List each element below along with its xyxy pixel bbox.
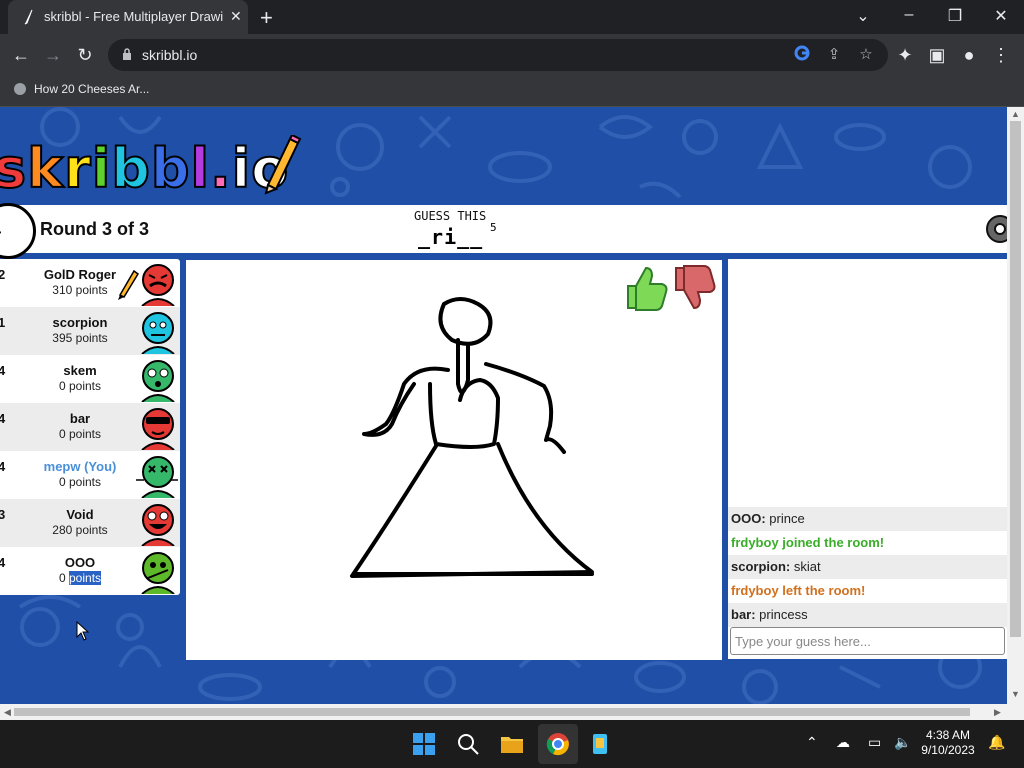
player-row[interactable]: 3 Void 280 points [0, 499, 180, 547]
player-avatar [141, 360, 175, 402]
chat-message: OOO: prince [728, 507, 1007, 531]
chat-author: OOO: [731, 511, 766, 526]
chat-left-text: frdyboy left the room! [731, 583, 866, 598]
volume-muted-icon[interactable]: 🔈 [894, 734, 911, 751]
globe-icon [14, 83, 26, 95]
settings-gear-icon[interactable] [982, 211, 1007, 247]
notification-bell-icon[interactable]: 🔔 [988, 734, 1005, 751]
bookmark-star-icon[interactable]: ☆ [856, 45, 876, 65]
chat-join-text: frdyboy joined the room! [731, 535, 885, 550]
scroll-up-icon[interactable]: ▲ [1011, 109, 1020, 119]
google-icon[interactable] [792, 45, 812, 65]
guess-input[interactable] [730, 627, 1005, 655]
timer-value: 24 [0, 220, 1, 241]
tab-search-icon[interactable]: ⌄ [848, 6, 878, 26]
chat-text: skiat [790, 559, 821, 574]
app-icon[interactable] [588, 732, 612, 756]
network-icon[interactable]: ▭ [868, 734, 881, 751]
guess-this-label: GUESS THIS [414, 209, 487, 223]
bookmark-item[interactable]: How 20 Cheeses Ar... [14, 82, 149, 96]
bookmarks-bar: How 20 Cheeses Ar... [0, 76, 1024, 107]
player-avatar [141, 552, 175, 594]
scroll-left-icon[interactable]: ◀ [4, 707, 11, 718]
reload-icon[interactable]: ↻ [74, 44, 96, 66]
round-indicator: Round 3 of 3 [40, 219, 149, 239]
points-value: 0 [58, 571, 66, 585]
menu-icon[interactable]: ⋮ [990, 44, 1012, 66]
onedrive-icon[interactable]: ☁ [836, 734, 850, 751]
search-icon[interactable] [456, 732, 480, 756]
chat-message: bar: princess [728, 603, 1007, 627]
close-tab-icon[interactable]: ✕ [230, 8, 242, 25]
player-row[interactable]: 4 mepw (You) 0 points [0, 451, 180, 499]
word-length: 5 [490, 221, 497, 234]
chat-author: bar: [731, 607, 756, 622]
word-hint: _ri__ [418, 225, 484, 249]
chat-author: scorpion: [731, 559, 791, 574]
scroll-down-icon[interactable]: ▼ [1011, 689, 1020, 699]
close-window-icon[interactable]: ✕ [986, 6, 1016, 26]
clock-date: 9/10/2023 [921, 743, 975, 757]
tab-bar: skribbl - Free Multiplayer Drawing ✕ + ⌄… [0, 0, 1024, 34]
mouse-cursor-icon [76, 621, 90, 641]
file-explorer-icon[interactable] [500, 732, 524, 756]
player-row[interactable]: 4 bar 0 points [0, 403, 180, 451]
profile-icon[interactable]: ● [958, 44, 980, 66]
player-row[interactable]: 1 scorpion 395 points [0, 307, 180, 355]
chat-text: prince [765, 511, 805, 526]
chat-text: princess [755, 607, 808, 622]
vertical-scroll-thumb[interactable] [1010, 121, 1021, 637]
player-list: 2 GolD Roger 310 points 1 scorpion 395 p… [0, 259, 180, 595]
points-word-selected: points [69, 571, 102, 585]
game-page: skribbl.io Round 3 of 3 GUESS THIS _ri__… [0, 107, 1007, 704]
forward-icon[interactable]: → [42, 44, 64, 66]
player-row[interactable]: 4 skem 0 points [0, 355, 180, 403]
drawing-strokes [350, 297, 594, 578]
player-row[interactable]: 2 GolD Roger 310 points [0, 259, 180, 307]
player-avatar [141, 408, 175, 450]
horizontal-scrollbar[interactable]: ◀ ▶ [0, 704, 1024, 720]
address-bar[interactable]: skribbl.io ⇪ ☆ [108, 39, 888, 71]
clock-time: 4:38 AM [925, 728, 971, 742]
url-text: skribbl.io [142, 47, 198, 63]
thumbs-down-icon[interactable] [672, 264, 716, 312]
skribbl-logo: skribbl.io [0, 136, 290, 201]
player-avatar [141, 264, 175, 306]
tray-overflow-icon[interactable]: ⌃ [806, 734, 818, 751]
skribbl-favicon-icon [24, 9, 33, 25]
minimize-icon[interactable]: – [894, 6, 924, 24]
windows-start-icon[interactable] [412, 732, 436, 756]
player-avatar [136, 456, 178, 498]
browser-toolbar: ← → ↻ skribbl.io ⇪ ☆ ✦ ▣ ● ⋮ [0, 34, 1024, 76]
lock-icon [123, 48, 131, 60]
maximize-icon[interactable]: ❐ [940, 6, 970, 26]
chat-system-message: frdyboy joined the room! [728, 531, 1007, 555]
chat-panel: OOO: prince frdyboy joined the room! sco… [728, 259, 1007, 659]
chat-message: scorpion: skiat [728, 555, 1007, 579]
scroll-right-icon[interactable]: ▶ [994, 707, 1001, 718]
drawing-canvas[interactable] [186, 260, 722, 660]
player-row[interactable]: 4 OOO 0 points [0, 547, 180, 595]
chrome-icon[interactable] [546, 732, 570, 756]
system-clock[interactable]: 4:38 AM 9/10/2023 [916, 728, 980, 758]
share-icon[interactable]: ⇪ [824, 45, 844, 65]
player-avatar [141, 312, 175, 354]
bookmark-label: How 20 Cheeses Ar... [34, 82, 150, 96]
windows-taskbar: ⌃ ☁ ▭ 🔈 4:38 AM 9/10/2023 🔔 [0, 720, 1024, 768]
thumbs-up-icon[interactable] [624, 264, 668, 312]
browser-tab[interactable]: skribbl - Free Multiplayer Drawing ✕ [8, 0, 248, 34]
chat-system-message: frdyboy left the room! [728, 579, 1007, 603]
back-icon[interactable]: ← [10, 44, 32, 66]
side-panel-icon[interactable]: ▣ [926, 44, 948, 66]
extensions-icon[interactable]: ✦ [894, 44, 916, 66]
pencil-icon [264, 135, 302, 195]
vertical-scrollbar[interactable]: ▲ ▼ [1007, 107, 1024, 704]
game-header: Round 3 of 3 GUESS THIS _ri__ 5 [0, 205, 1007, 253]
new-tab-icon[interactable]: + [260, 5, 273, 31]
horizontal-scroll-thumb[interactable] [14, 708, 970, 716]
tab-title: skribbl - Free Multiplayer Drawing [44, 9, 224, 24]
player-avatar [141, 504, 175, 546]
